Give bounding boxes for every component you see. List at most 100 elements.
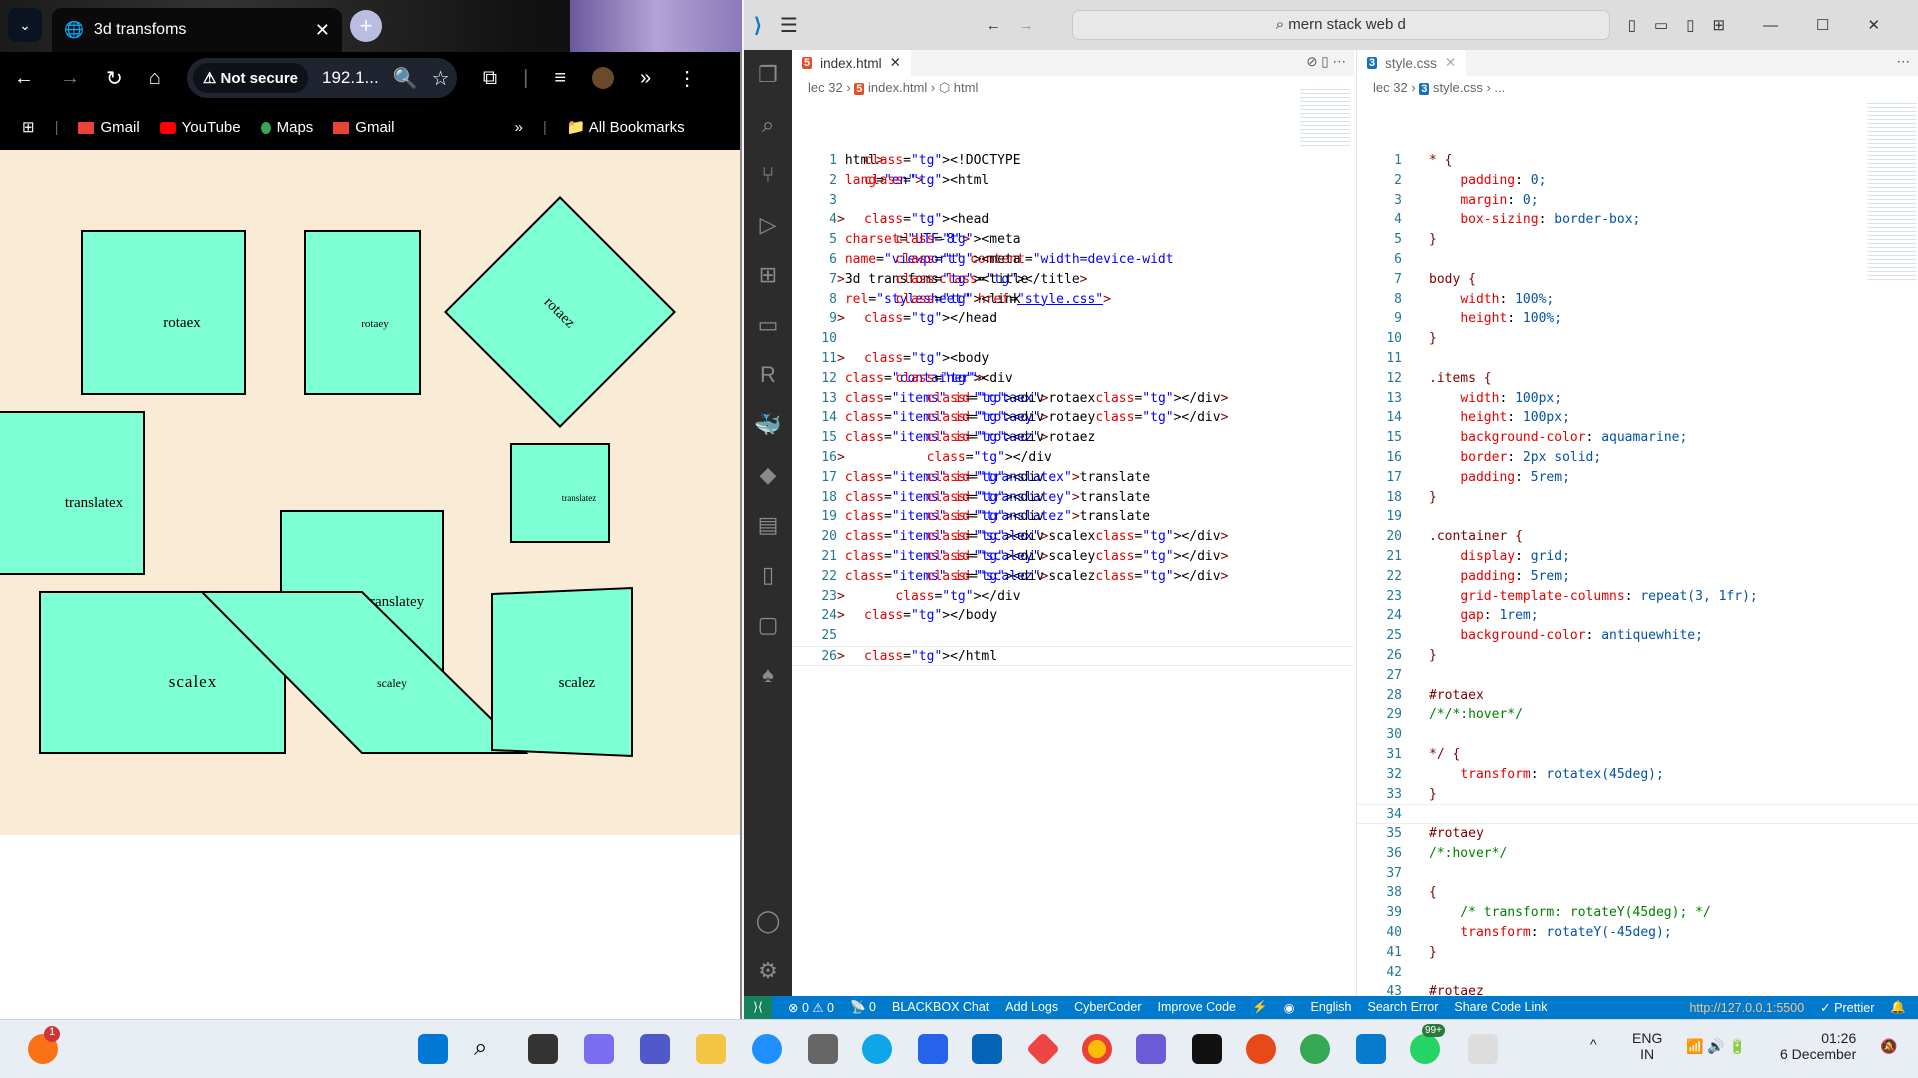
code-line[interactable]: 7 class="tg"><title >3d transfomsclass="t… [792, 270, 1354, 290]
new-tab-button[interactable]: + [350, 10, 382, 42]
code-line[interactable]: 12 class="tg"><div class="container"> [792, 369, 1354, 389]
show-hidden-icons[interactable]: ^ [1590, 1036, 1597, 1052]
code-line[interactable]: 15 class="tg"><div class="items" id="rot… [792, 428, 1354, 448]
home-icon[interactable]: ⌂ [149, 67, 161, 90]
r-icon[interactable]: R [744, 350, 792, 400]
code-line[interactable]: 7 body { [1357, 270, 1918, 290]
code-line[interactable]: 29 /*/*:hover*/ [1357, 705, 1918, 725]
code-line[interactable]: 35 #rotaey [1357, 824, 1918, 844]
code-line[interactable]: 18} [1357, 488, 1918, 508]
code-line[interactable]: 30 [1357, 725, 1918, 745]
code-line[interactable]: 17 padding: 5rem; [1357, 468, 1918, 488]
code-line[interactable]: 23 grid-template-columns: repeat(3, 1fr)… [1357, 587, 1918, 607]
vscode-taskbar-icon[interactable] [1356, 1034, 1386, 1064]
reload-icon[interactable]: ↻ [106, 66, 123, 91]
code-line[interactable]: 17 class="tg"><div class="items" id="tra… [792, 468, 1354, 488]
code-line[interactable]: 42 [1357, 963, 1918, 983]
wifi-volume-battery-icons[interactable]: 📶 🔊 🔋 [1686, 1038, 1746, 1055]
code-line[interactable]: 37 [1357, 864, 1918, 884]
app-icon[interactable] [1136, 1034, 1166, 1064]
code-editor[interactable]: 1 * {2 padding: 0; 3 margin: 0; 4 box-sizin… [1357, 151, 1918, 996]
settings-gear-icon[interactable]: ⚙ [744, 946, 792, 996]
code-line[interactable]: 9 height: 100%; [1357, 309, 1918, 329]
code-line[interactable]: 33} [1357, 785, 1918, 805]
outlook-icon[interactable] [972, 1034, 1002, 1064]
adobe-acrobat-icon[interactable] [1192, 1034, 1222, 1064]
code-line[interactable]: 28 #rotaex [1357, 686, 1918, 706]
star-icon[interactable]: ☆ [432, 66, 450, 91]
tab-index-html[interactable]: 5 index.html ✕ [792, 50, 911, 76]
status-item[interactable]: ◉ [1284, 1000, 1295, 1015]
back-icon[interactable]: ← [14, 67, 34, 90]
code-line[interactable]: 32 transform: rotatex(45deg); [1357, 765, 1918, 785]
store-icon[interactable] [918, 1034, 948, 1064]
notifications-icon[interactable]: 🔕 [1880, 1038, 1897, 1055]
extensions-icon[interactable]: ⧉ [483, 67, 497, 90]
url-text[interactable]: 192.1... [322, 68, 379, 88]
code-line[interactable]: 10 [792, 329, 1354, 349]
run-debug-icon[interactable]: ▷ [744, 200, 792, 250]
code-line[interactable]: 9 class="tg"></head > [792, 309, 1354, 329]
code-line[interactable]: 11 [1357, 349, 1918, 369]
wps-office-icon[interactable] [1246, 1034, 1276, 1064]
code-line[interactable]: 4 box-sizing: border-box; [1357, 210, 1918, 230]
tab-search-button[interactable]: ⌄ [8, 8, 42, 42]
toggle-sidebar-icon[interactable]: ▯ [1628, 16, 1636, 34]
docker-icon[interactable]: 🐳 [744, 400, 792, 450]
code-line[interactable]: 21 display: grid; [1357, 547, 1918, 567]
code-line[interactable]: 26 class="tg"></html > [792, 645, 1354, 666]
remote-icon[interactable]: ⟩⟨ [744, 996, 772, 1019]
code-line[interactable]: 40 transform: rotateY(-45deg); [1357, 923, 1918, 943]
toggle-secondary-sidebar-icon[interactable]: ▯ [1686, 16, 1694, 34]
code-line[interactable]: 15 background-color: aquamarine; [1357, 428, 1918, 448]
code-line[interactable]: 39 /* transform: rotateY(45deg); */ [1357, 903, 1918, 923]
task-view-icon[interactable] [528, 1034, 558, 1064]
command-center-search[interactable]: ⌕ mern stack web d [1071, 10, 1610, 40]
code-line[interactable]: 11 class="tg"><body > [792, 349, 1354, 369]
clock[interactable]: 01:26 6 December [1780, 1030, 1856, 1062]
python-icon[interactable]: ◆ [744, 450, 792, 500]
code-line[interactable]: 1 * { [1357, 151, 1918, 171]
prettier-status[interactable]: ✓ Prettier [1820, 1000, 1874, 1015]
customize-layout-icon[interactable]: ⊞ [1712, 16, 1725, 34]
media-icon[interactable]: ≡ [554, 67, 566, 90]
chat-icon[interactable]: ▢ [744, 600, 792, 650]
code-line[interactable]: 19 [1357, 507, 1918, 527]
all-bookmarks[interactable]: 📁 All Bookmarks [567, 118, 685, 136]
close-tab-icon[interactable]: ✕ [1445, 55, 1456, 71]
close-tab-icon[interactable]: ✕ [315, 20, 330, 41]
status-item[interactable]: English [1311, 1000, 1352, 1015]
code-line[interactable]: 41} [1357, 943, 1918, 963]
zoom-icon[interactable]: 🔍 [393, 66, 418, 91]
whatsapp-icon[interactable] [1410, 1034, 1440, 1064]
tab-style-css[interactable]: 3 style.css ✕ [1357, 50, 1467, 76]
code-line[interactable]: 38 { [1357, 883, 1918, 903]
code-line[interactable]: 13 width: 100px; [1357, 389, 1918, 409]
chrome-profile-icon[interactable] [1300, 1034, 1330, 1064]
source-control-icon[interactable]: ⑂ [744, 150, 792, 200]
file-explorer-icon[interactable] [696, 1034, 726, 1064]
close-button[interactable]: ✕ [1868, 16, 1881, 34]
not-secure-badge[interactable]: ⚠ Not secure [192, 63, 309, 93]
more-actions-icon[interactable]: ⋯ [1897, 54, 1911, 70]
code-line[interactable]: 21 class="tg"><div class="items" id="sca… [792, 547, 1354, 567]
status-item[interactable]: BLACKBOX Chat [892, 1000, 989, 1015]
bookmark-gmail-2[interactable]: Gmail [333, 119, 394, 136]
code-line[interactable]: 24 gap: 1rem; [1357, 606, 1918, 626]
toggle-panel-icon[interactable]: ▭ [1654, 16, 1668, 34]
more-icon[interactable]: » [640, 67, 651, 90]
code-line[interactable]: 4 class="tg"><head > [792, 210, 1354, 230]
status-item[interactable]: ⊗ 0 ⚠ 0 [788, 1000, 834, 1015]
code-line[interactable]: 8 width: 100%; [1357, 290, 1918, 310]
code-line[interactable]: 23 class="tg"></div > [792, 587, 1354, 607]
status-item[interactable]: Add Logs [1005, 1000, 1058, 1015]
code-line[interactable]: 24 class="tg"></body > [792, 606, 1354, 626]
code-line[interactable]: 22 class="tg"><div class="items" id="sca… [792, 567, 1354, 587]
teams-icon[interactable] [640, 1034, 670, 1064]
address-bar[interactable]: ⚠ Not secure 192.1... 🔍 ☆ [186, 58, 457, 98]
forward-icon[interactable]: → [1019, 17, 1034, 34]
close-tab-icon[interactable]: ✕ [890, 55, 901, 71]
editor-actions[interactable]: ⊘ ▯ ⋯ [1306, 54, 1346, 70]
code-line[interactable]: 14 height: 100px; [1357, 408, 1918, 428]
status-item[interactable]: 📡 0 [850, 1000, 876, 1015]
